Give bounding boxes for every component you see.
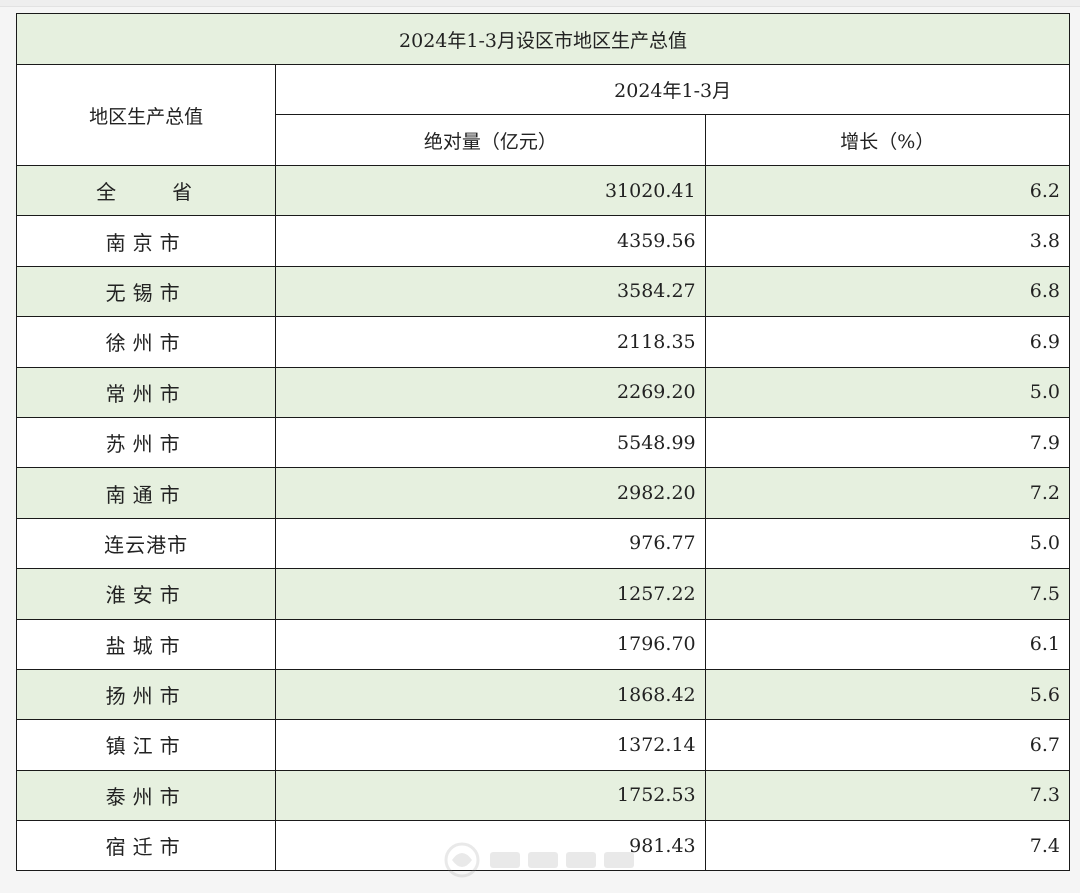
absolute-value-cell: 1796.70 <box>275 618 706 670</box>
table-row: 盐城市 1796.70 6.1 <box>15 618 1071 670</box>
table-row: 南京市 4359.56 3.8 <box>15 215 1071 267</box>
region-name: 泰州市 <box>15 769 277 822</box>
region-name: 宿迁市 <box>15 820 277 872</box>
header-row-period: 地区生产总值 2024年1-3月 <box>15 64 1070 166</box>
table-row: 扬州市 1868.42 5.6 <box>15 668 1071 721</box>
absolute-value-cell: 5548.99 <box>275 416 706 469</box>
table-row: 镇江市 1372.14 6.7 <box>15 719 1071 771</box>
table-row: 常州市 2269.20 5.0 <box>15 366 1071 418</box>
region-name: 连云港市 <box>15 517 277 570</box>
growth-cell: 6.8 <box>704 265 1071 318</box>
region-name: 盐城市 <box>15 618 277 670</box>
region-name: 苏州市 <box>15 416 277 469</box>
absolute-value-cell: 2269.20 <box>275 366 706 418</box>
region-name: 全 省 <box>15 164 277 217</box>
absolute-value-cell: 981.43 <box>275 820 706 872</box>
table-row: 宿迁市 981.43 7.4 <box>15 820 1071 872</box>
table-title: 2024年1-3月设区市地区生产总值 <box>16 13 1070 65</box>
table-row: 全 省 31020.41 6.2 <box>15 164 1071 217</box>
growth-cell: 7.5 <box>704 568 1071 620</box>
table-row: 淮安市 1257.22 7.5 <box>15 568 1071 620</box>
table-row: 无锡市 3584.27 6.8 <box>15 265 1071 318</box>
table-row: 连云港市 976.77 5.0 <box>15 517 1071 570</box>
absolute-value-cell: 1752.53 <box>275 769 706 822</box>
absolute-value-cell: 3584.27 <box>275 265 706 318</box>
growth-cell: 6.1 <box>704 618 1071 670</box>
growth-cell: 5.6 <box>704 668 1071 721</box>
region-name: 淮安市 <box>15 568 277 620</box>
absolute-value-cell: 4359.56 <box>275 215 706 267</box>
growth-cell: 7.9 <box>704 416 1071 469</box>
absolute-value-cell: 1257.22 <box>275 568 706 620</box>
region-name: 镇江市 <box>15 719 277 771</box>
absolute-value-header: 绝对量（亿元） <box>275 114 706 166</box>
growth-cell: 5.0 <box>704 517 1071 570</box>
growth-cell: 6.2 <box>704 164 1071 217</box>
growth-cell: 6.9 <box>704 316 1071 368</box>
region-name: 扬州市 <box>15 668 277 721</box>
absolute-value-cell: 31020.41 <box>275 164 706 217</box>
period-header: 2024年1-3月 <box>275 64 1070 115</box>
table-row: 南通市 2982.20 7.2 <box>15 467 1071 519</box>
growth-cell: 7.2 <box>704 467 1071 519</box>
growth-cell: 5.0 <box>704 366 1071 418</box>
table-body: 全 省 31020.41 6.2 南京市 4359.56 3.8 无锡市 3584.27 6.8… <box>15 164 1071 872</box>
table-row: 徐州市 2118.35 6.9 <box>15 316 1071 368</box>
region-name: 南京市 <box>15 215 277 267</box>
absolute-value-cell: 1868.42 <box>275 668 706 721</box>
region-name: 南通市 <box>15 467 277 519</box>
region-name: 无锡市 <box>15 265 277 318</box>
region-name: 徐州市 <box>15 316 277 368</box>
table-title-row: 2024年1-3月设区市地区生产总值 <box>16 13 1070 65</box>
growth-cell: 3.8 <box>704 215 1071 267</box>
region-name: 常州市 <box>15 366 277 418</box>
growth-cell: 6.7 <box>704 719 1071 771</box>
absolute-value-cell: 1372.14 <box>275 719 706 771</box>
growth-header: 增长（%） <box>704 114 1071 166</box>
gdp-table: 2024年1-3月设区市地区生产总值 地区生产总值 2024年1-3月 绝对量（… <box>15 13 1071 872</box>
top-strip <box>0 0 1080 7</box>
table-row: 苏州市 5548.99 7.9 <box>15 416 1071 469</box>
page: 2024年1-3月设区市地区生产总值 地区生产总值 2024年1-3月 绝对量（… <box>0 0 1080 893</box>
region-column-header: 地区生产总值 <box>15 64 277 166</box>
absolute-value-cell: 2982.20 <box>275 467 706 519</box>
growth-cell: 7.4 <box>704 820 1071 872</box>
absolute-value-cell: 976.77 <box>275 517 706 570</box>
table-row: 泰州市 1752.53 7.3 <box>15 769 1071 822</box>
absolute-value-cell: 2118.35 <box>275 316 706 368</box>
growth-cell: 7.3 <box>704 769 1071 822</box>
